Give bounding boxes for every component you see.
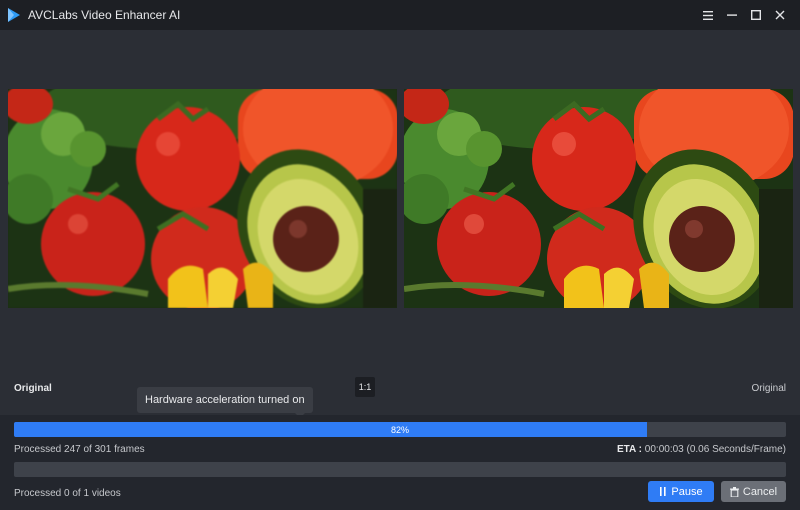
minimize-icon[interactable]	[722, 5, 742, 25]
cancel-button[interactable]: Cancel	[721, 481, 786, 502]
ratio-1-1-button[interactable]: 1:1	[355, 377, 375, 397]
frames-progress-percent: 82%	[390, 424, 409, 435]
hardware-acceleration-tooltip: Hardware acceleration turned on	[137, 387, 313, 418]
trash-icon	[729, 486, 739, 497]
original-preview-image	[8, 89, 397, 308]
enhanced-preview-image	[404, 89, 793, 308]
eta-readout: ETA : 00:00:03 (0.06 Seconds/Frame)	[617, 444, 786, 455]
eta-label: ETA :	[617, 444, 643, 455]
frames-progress-bar: 82%	[14, 422, 786, 437]
hamburger-menu-icon[interactable]	[698, 5, 718, 25]
videos-processed-text: Processed 0 of 1 videos	[14, 488, 121, 499]
pause-button[interactable]: Pause	[648, 481, 714, 502]
eta-value: 00:00:03 (0.06 Seconds/Frame)	[644, 444, 786, 455]
right-preview-label: Original	[751, 383, 786, 394]
videos-progress-bar	[14, 462, 786, 477]
pause-icon	[660, 487, 666, 496]
app-title: AVCLabs Video Enhancer AI	[28, 8, 181, 22]
cancel-button-label: Cancel	[742, 485, 778, 498]
app-logo-icon	[8, 8, 20, 22]
maximize-icon[interactable]	[746, 5, 766, 25]
frames-processed-text: Processed 247 of 301 frames	[14, 444, 145, 455]
pause-button-label: Pause	[671, 485, 703, 498]
left-preview-label: Original	[14, 383, 52, 394]
title-bar: AVCLabs Video Enhancer AI	[0, 0, 800, 30]
preview-area: Original 1:1 Original	[0, 30, 800, 415]
close-icon[interactable]	[770, 5, 790, 25]
tooltip-text: Hardware acceleration turned on	[145, 394, 305, 406]
